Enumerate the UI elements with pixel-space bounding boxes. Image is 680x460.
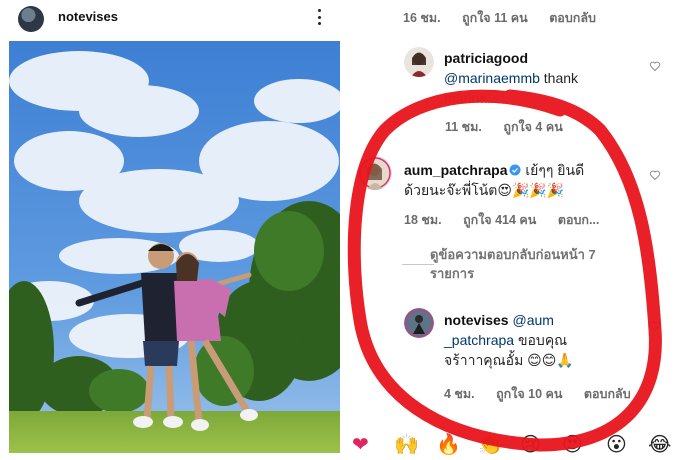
comment-meta: 4 ชม. ถูกใจ 10 คน ตอบกลับ [444,384,649,404]
post-author-avatar[interactable] [18,6,44,32]
comment-text: ขอบคุณ [514,332,568,348]
verified-badge-icon [509,164,521,176]
comment-mention[interactable]: @aum [512,312,553,328]
comment-meta: 18 ชม. ถูกใจ 414 คน ตอบก... [404,210,617,230]
emoji-clap[interactable]: 👏 [478,432,503,456]
post-author-username[interactable]: notevises [58,9,118,24]
emoji-heart[interactable]: ❤ [352,432,369,456]
emoji-reaction-bar: ❤ 🙌 🔥 👏 😢 😍 😮 😂 [348,428,680,460]
comment-text: จร้าาาคุณอั้ม 😊😊🙏 [444,352,574,368]
comment-username[interactable]: patriciagood [444,50,528,66]
comment-avatar[interactable] [404,47,434,77]
view-previous-replies-link[interactable]: ดูข้อความตอบกลับก่อนหน้า 7 รายการ [430,245,630,283]
comment-text: เย้ๆๆ ยินดี [521,162,585,178]
reply-button[interactable]: ตอบกลับ [549,11,596,25]
emoji-laugh[interactable]: 😂 [648,432,671,456]
like-heart-icon[interactable] [649,320,661,332]
comment-meta: 11 ชม. ถูกใจ 4 คน [445,117,581,137]
reply-button[interactable]: ตอบกลับ [584,387,631,401]
comment-time: 16 ชม. [403,11,441,25]
comment-username[interactable]: notevises [444,312,509,328]
emoji-fire[interactable]: 🔥 [436,432,461,456]
comment-time: 4 ชม. [444,387,475,401]
like-heart-icon[interactable] [649,169,661,181]
more-options-icon[interactable] [312,6,326,28]
emoji-cry[interactable]: 😢 [520,432,541,456]
comment-likes[interactable]: ถูกใจ 4 คน [503,120,562,134]
comment-text-truncated: marina... [444,90,499,106]
park-couple-photo [9,41,340,453]
reply-button[interactable]: ตอบก... [558,213,600,227]
comment-likes[interactable]: ถูกใจ 414 คน [463,213,536,227]
comment-body: aum_patchrapa เย้ๆๆ ยินดี ด้วยนะจ๊ะพี่โน… [404,160,644,200]
comment-mention[interactable]: _patchrapa [444,332,514,348]
comment-mention[interactable]: @marinaemmb [444,70,540,86]
comment-avatar[interactable] [404,308,434,338]
comment-body: patriciagood @marinaemmb thank marina... [444,48,644,108]
comment-time: 18 ชม. [404,213,442,227]
comment-likes[interactable]: ถูกใจ 10 คน [496,387,562,401]
comment-body: notevises @aum _patchrapa ขอบคุณ จร้าาาค… [444,310,654,370]
post-photo[interactable] [9,41,340,453]
emoji-raised-hands[interactable]: 🙌 [394,432,419,456]
comment-time: 11 ชม. [445,120,482,134]
comment-avatar[interactable] [358,156,392,190]
comment-likes[interactable]: ถูกใจ 11 คน [462,11,528,25]
emoji-surprised[interactable]: 😮 [606,432,627,456]
comment-username[interactable]: aum_patchrapa [404,162,507,178]
comment-text: ด้วยนะจ๊ะพี่โน้ต😍🎉🎉🎉 [404,182,565,198]
like-heart-icon[interactable] [649,60,661,72]
comment-meta-top: 16 ชม. ถูกใจ 11 คน ตอบกลับ [403,8,614,28]
post-panel: notevises [0,0,344,460]
comment-text: thank [539,70,579,86]
comments-panel: 16 ชม. ถูกใจ 11 คน ตอบกลับ patriciagood … [348,0,680,460]
post-header: notevises [0,0,344,36]
emoji-heart-eyes[interactable]: 😍 [562,432,583,456]
